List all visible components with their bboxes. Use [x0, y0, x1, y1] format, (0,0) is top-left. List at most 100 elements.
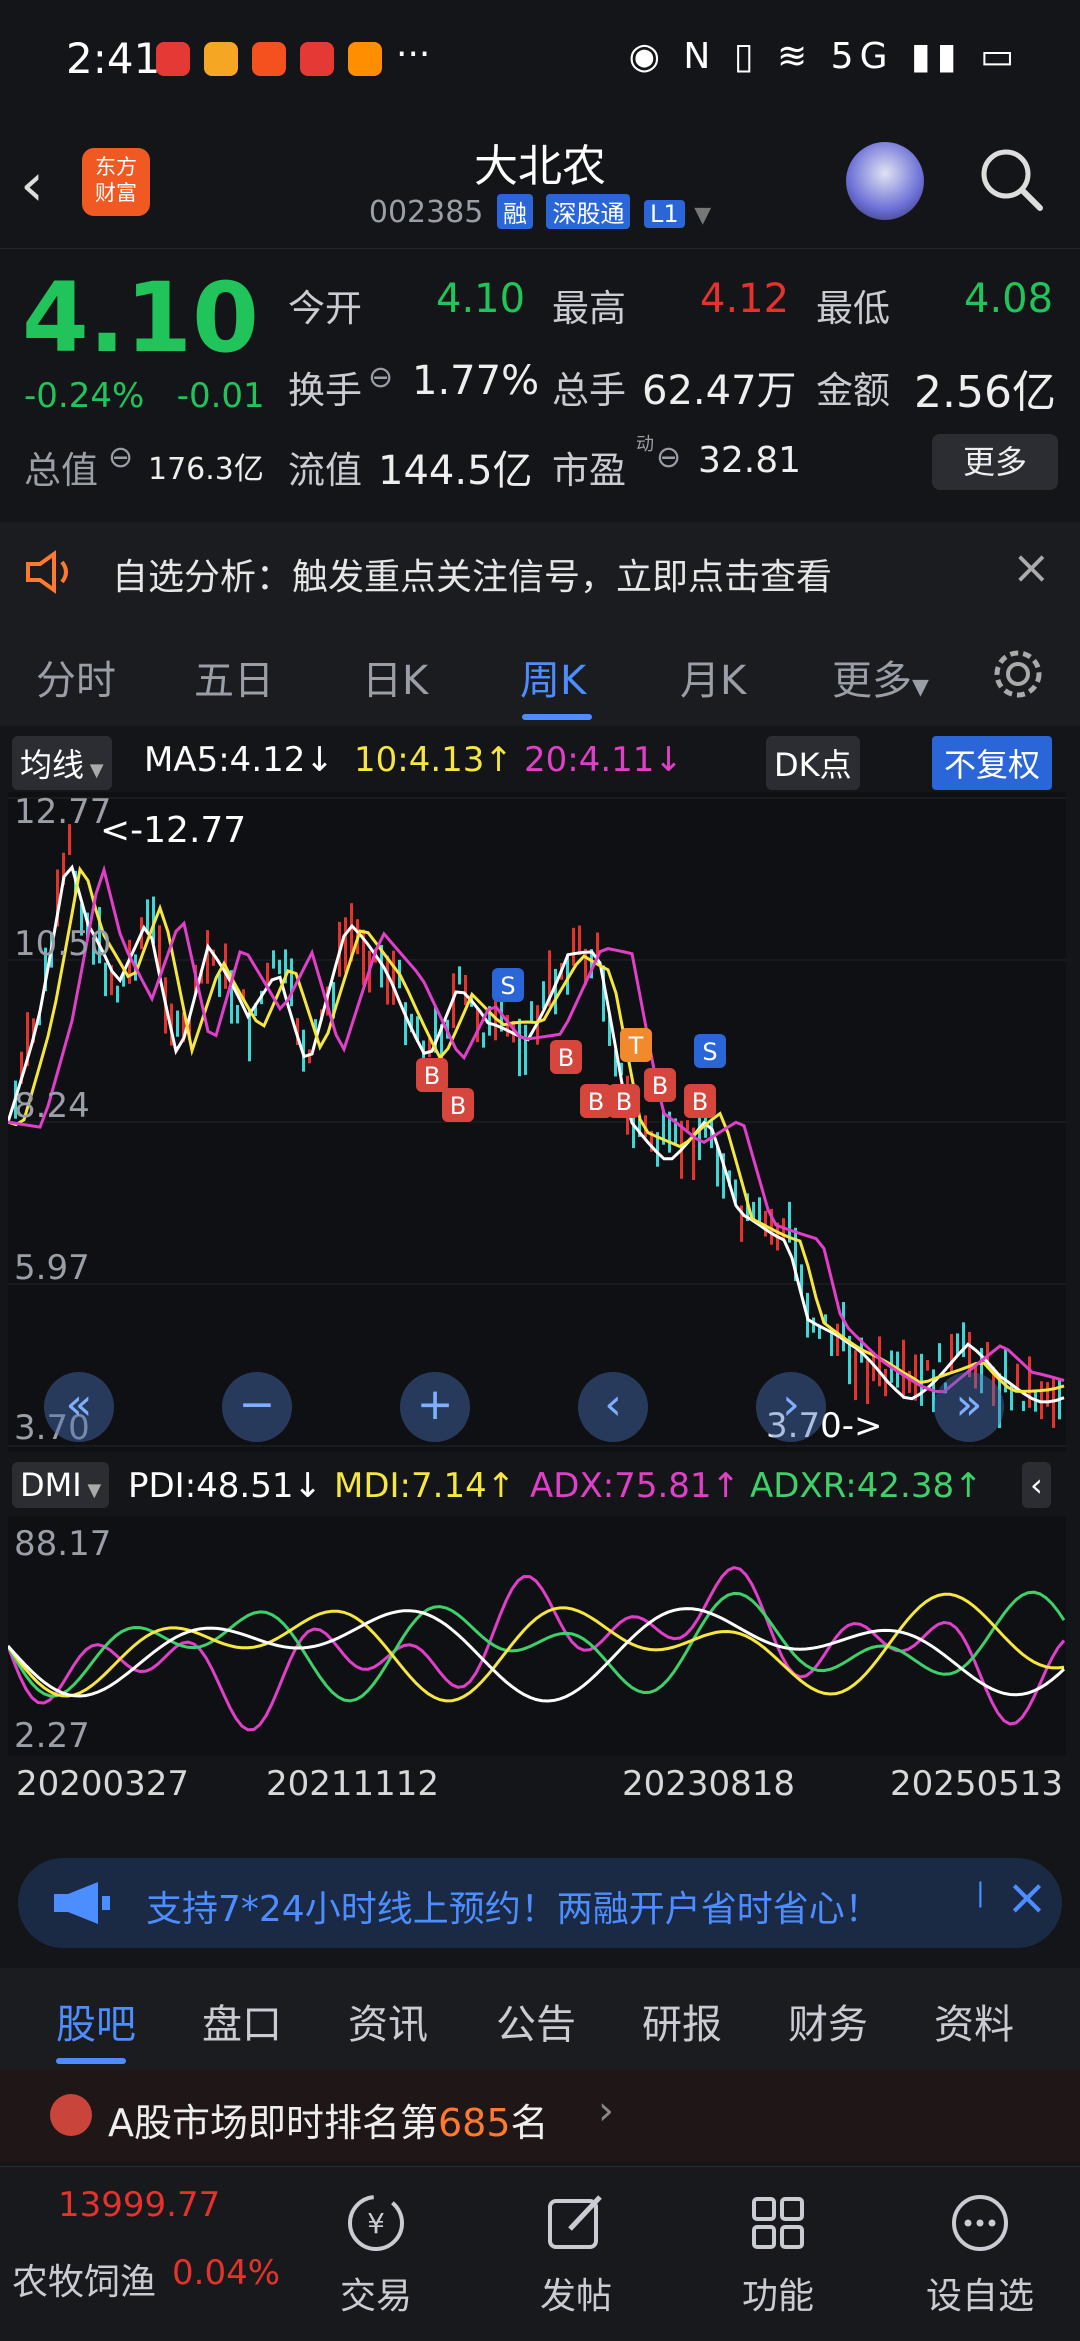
- plus-icon[interactable]: +: [400, 1372, 470, 1442]
- minus-icon[interactable]: −: [222, 1372, 292, 1442]
- candle: [392, 950, 395, 1005]
- dmi-row: DMI ▼ PDI:48.51↓ MDI:7.14↑ ADX:75.81↑ AD…: [0, 1458, 1080, 1514]
- tab-monthly[interactable]: 月K: [680, 648, 746, 706]
- left-arrow-icon[interactable]: ‹: [578, 1372, 648, 1442]
- pe-label: 市盈: [552, 449, 626, 492]
- pe-value: 32.81: [698, 440, 802, 481]
- tab-announcements[interactable]: 公告: [496, 1992, 576, 2050]
- trade-button[interactable]: ¥ 交易: [296, 2167, 456, 2341]
- analysis-notice[interactable]: 自选分析：触发重点关注信号，立即点击查看 ×: [0, 522, 1080, 622]
- add-watchlist-button[interactable]: 设自选: [900, 2167, 1060, 2341]
- dmi-chart[interactable]: 88.17 2.27: [6, 1516, 1066, 1756]
- candle: [176, 1010, 179, 1037]
- post-label: 发帖: [539, 2276, 612, 2317]
- trade-signal-marker[interactable]: B: [442, 1088, 474, 1122]
- active-tab-indicator: [522, 714, 592, 720]
- dk-point-button[interactable]: DK点: [766, 736, 860, 790]
- collapse-icon[interactable]: ‹: [1022, 1462, 1051, 1508]
- settings-gear-icon[interactable]: [990, 646, 1046, 702]
- mdi-line: [6, 1592, 1065, 1703]
- trade-signal-marker[interactable]: B: [550, 1040, 582, 1074]
- info-icon[interactable]: ⊖: [656, 440, 681, 475]
- trade-signal-marker[interactable]: S: [694, 1034, 726, 1068]
- margin-tag: 融: [496, 194, 533, 229]
- index-name: 农牧饲渔: [12, 2262, 157, 2303]
- search-icon[interactable]: [976, 144, 1046, 214]
- info-icon[interactable]: ⊖: [368, 360, 393, 395]
- index-ticker[interactable]: 13999.77 农牧饲渔 0.04%: [0, 2167, 280, 2341]
- candle: [278, 959, 281, 975]
- edit-icon: [548, 2195, 602, 2249]
- zoom-in-icon[interactable]: »: [934, 1372, 1004, 1442]
- more-button[interactable]: 更多: [932, 434, 1058, 490]
- candle: [1028, 1356, 1031, 1408]
- right-arrow-icon[interactable]: ›: [756, 1372, 826, 1442]
- trade-signal-marker[interactable]: S: [492, 968, 524, 1002]
- tab-five-day[interactable]: 五日: [194, 648, 274, 706]
- ma5-line: [6, 864, 1065, 1404]
- tab-intraday[interactable]: 分时: [36, 648, 116, 706]
- post-button[interactable]: 发帖: [496, 2167, 656, 2341]
- assistant-robot-icon[interactable]: [846, 142, 924, 220]
- system-status-icons: ◉ N ▯ ≋ 5G ▮▮ ▭: [628, 36, 1020, 77]
- indicator-selector[interactable]: DMI ▼: [12, 1462, 110, 1508]
- tab-news[interactable]: 资讯: [348, 1992, 428, 2050]
- trade-signal-marker[interactable]: B: [416, 1058, 448, 1092]
- price-change: -0.24% -0.01: [24, 376, 265, 416]
- pe-superscript: 动: [636, 434, 654, 455]
- candle: [218, 973, 221, 997]
- tab-weekly[interactable]: 周K: [520, 648, 586, 706]
- tab-research[interactable]: 研报: [642, 1992, 722, 2050]
- candle: [404, 1002, 407, 1046]
- trade-signal-marker[interactable]: B: [684, 1084, 716, 1118]
- dropdown-icon[interactable]: ▼: [694, 203, 711, 228]
- info-icon[interactable]: ⊖: [108, 440, 133, 475]
- period-tabs: 分时 五日 日K 周K 月K 更多▼: [0, 622, 1080, 726]
- promo-text: 支持7*24小时线上预约！两融开户省时省心！: [146, 1889, 881, 1930]
- candle: [386, 955, 389, 1005]
- low-value: 4.08: [964, 276, 1054, 322]
- trade-signal-marker[interactable]: B: [644, 1068, 676, 1102]
- tab-profile[interactable]: 资料: [934, 1992, 1014, 2050]
- ma20-value: 20:4.11↓: [524, 740, 683, 780]
- tab-finance[interactable]: 财务: [788, 1992, 868, 2050]
- kline-chart[interactable]: SBBBBBTSBB 12.77 10.50 8.24 5.97 3.70 <-…: [6, 792, 1066, 1452]
- candle: [542, 981, 545, 1009]
- rank-chart-icon: [50, 2094, 92, 2136]
- mdi-value: MDI:7.14↑: [334, 1466, 516, 1506]
- amount-label: 金额: [816, 369, 890, 412]
- status-bar: 2:41 ··· ◉ N ▯ ≋ 5G ▮▮ ▭: [0, 0, 1080, 120]
- close-icon[interactable]: ×: [1006, 1868, 1048, 1926]
- ma10-line: [7, 865, 1065, 1393]
- max-price-note: <-12.77: [100, 810, 247, 851]
- taobao-icon: [348, 42, 382, 76]
- rank-prefix: A股市场即时排名第: [108, 2101, 438, 2145]
- tab-daily[interactable]: 日K: [362, 648, 428, 706]
- tab-orderbook[interactable]: 盘口: [202, 1992, 282, 2050]
- promo-banner[interactable]: 支持7*24小时线上预约！两融开户省时省心！ | ×: [18, 1858, 1062, 1948]
- market-rank-row[interactable]: A股市场即时排名第685名 ›: [0, 2070, 1080, 2162]
- trade-signal-marker[interactable]: T: [620, 1028, 652, 1062]
- dmi-svg: [6, 1566, 1066, 1732]
- y-axis-top: 12.77: [14, 792, 112, 832]
- zoom-out-icon[interactable]: «: [44, 1372, 114, 1442]
- tab-forum[interactable]: 股吧: [56, 1992, 136, 2050]
- mktcap-label: 总值: [24, 449, 98, 492]
- candle: [518, 1018, 521, 1077]
- functions-button[interactable]: 功能: [698, 2167, 858, 2341]
- tab-more[interactable]: 更多▼: [832, 648, 929, 706]
- candle: [458, 966, 461, 985]
- ma-selector-label: 均线: [20, 746, 85, 784]
- trade-signal-marker[interactable]: B: [580, 1084, 612, 1118]
- candle: [344, 917, 347, 973]
- candle: [1040, 1381, 1043, 1420]
- bottom-toolbar: 13999.77 农牧饲渔 0.04% ¥ 交易 发帖 功能 设自选: [0, 2166, 1080, 2341]
- trade-signal-marker[interactable]: B: [608, 1084, 640, 1118]
- adjust-button[interactable]: 不复权: [932, 736, 1053, 790]
- app-notification-icon: [252, 42, 286, 76]
- close-icon[interactable]: ×: [1012, 540, 1051, 594]
- ma-selector[interactable]: 均线 ▼: [12, 736, 112, 790]
- adxr-value: ADXR:42.38↑: [750, 1466, 983, 1506]
- pdi-value: PDI:48.51↓: [128, 1466, 322, 1506]
- megaphone-icon: [54, 1882, 110, 1924]
